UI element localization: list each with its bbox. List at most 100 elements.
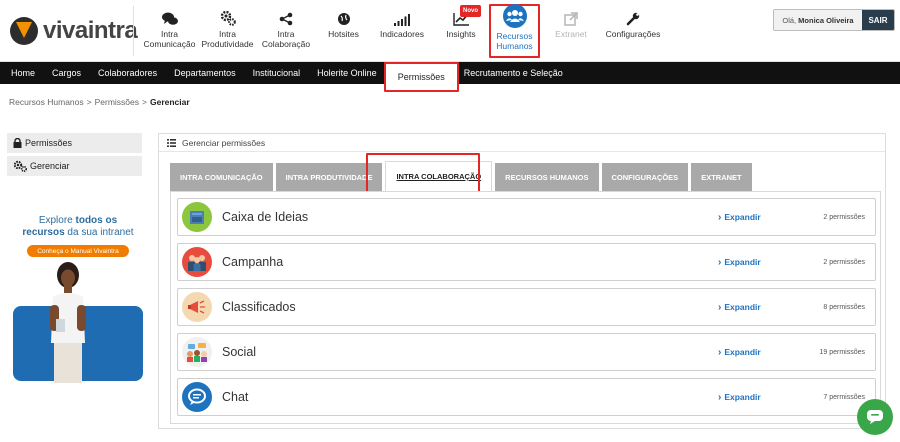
module-label: Intra Comunicação — [143, 29, 196, 49]
tab-intra-comunicacao[interactable]: INTRA COMUNICAÇÃO — [170, 163, 273, 191]
sidebar-item-gerenciar[interactable]: Gerenciar — [7, 156, 142, 176]
ideas-box-icon — [182, 202, 212, 232]
chevron-right-icon: › — [718, 301, 722, 313]
breadcrumb-current: Gerenciar — [149, 97, 190, 107]
vivaintra-logo[interactable]: vivaintra — [10, 14, 138, 48]
nav-permissoes[interactable]: Permissões — [383, 62, 459, 92]
permission-tabs: INTRA COMUNICAÇÃO INTRA PRODUTIVIDADE IN… — [170, 161, 755, 191]
nav-home[interactable]: Home — [11, 62, 35, 84]
permission-row-classificados[interactable]: Classificados › Expandir 8 permissões — [177, 288, 876, 326]
tab-extranet[interactable]: EXTRANET — [691, 163, 752, 191]
sidebar-item-permissoes[interactable]: Permissões — [7, 133, 142, 153]
permission-title: Chat — [222, 390, 249, 404]
permissions-panel: Gerenciar permissões INTRA COMUNICAÇÃO I… — [158, 133, 886, 429]
chat-icon — [182, 382, 212, 412]
breadcrumb-permissoes[interactable]: Permissões — [95, 97, 139, 107]
permission-count: 2 permissões — [823, 258, 865, 266]
tab-intra-colaboracao[interactable]: INTRA COLABORAÇÃO — [385, 161, 493, 191]
module-indicadores[interactable]: Indicadores — [371, 4, 433, 58]
top-header: vivaintra Intra Comunicação Intra Produt… — [0, 0, 900, 62]
chevron-right-icon: › — [718, 346, 722, 358]
tab-content: Caixa de Ideias › Expandir 2 permissões C… — [170, 191, 881, 424]
logo-text: vivaintra — [43, 17, 138, 44]
user-name: Monica Oliveira — [798, 15, 854, 25]
breadcrumb-separator: > — [142, 97, 147, 107]
module-extranet[interactable]: Extranet — [540, 4, 602, 58]
promo-line1-pre: Explore — [38, 215, 73, 226]
nav-departamentos[interactable]: Departamentos — [174, 62, 236, 84]
expand-label: Expandir — [724, 392, 761, 402]
nav-holerite-online[interactable]: Holerite Online — [317, 62, 377, 84]
permission-title: Caixa de Ideias — [222, 210, 309, 224]
nav-cargos[interactable]: Cargos — [52, 62, 81, 84]
permission-count: 2 permissões — [823, 213, 865, 221]
people-group-icon — [502, 4, 527, 28]
manual-promo: Explore todos os recursos da sua intrane… — [13, 215, 143, 383]
expand-link[interactable]: › Expandir — [718, 212, 761, 223]
signal-bars-icon — [394, 4, 410, 26]
logo-v-icon — [10, 17, 38, 45]
module-hotsites[interactable]: Hotsites — [316, 4, 371, 58]
chat-support-button[interactable] — [857, 399, 893, 435]
globe-icon — [337, 4, 351, 26]
permission-title: Social — [222, 345, 257, 359]
panel-title: Gerenciar permissões — [182, 137, 266, 148]
header-divider — [133, 6, 134, 56]
permission-row-caixa-de-ideias[interactable]: Caixa de Ideias › Expandir 2 permissões — [177, 198, 876, 236]
gears-icon — [13, 160, 27, 172]
permission-title: Campanha — [222, 255, 284, 269]
permission-row-campanha[interactable]: Campanha › Expandir 2 permissões — [177, 243, 876, 281]
tab-recursos-humanos[interactable]: RECURSOS HUMANOS — [495, 163, 599, 191]
module-switcher: Intra Comunicação Intra Produtividade In… — [140, 4, 664, 58]
permission-title: Classificados — [222, 300, 296, 314]
module-intra-comunicacao[interactable]: Intra Comunicação — [140, 4, 199, 58]
sidebar-item-label: Permissões — [25, 138, 73, 148]
promo-line1-bold: todos os — [75, 215, 118, 226]
expand-link[interactable]: › Expandir — [718, 302, 761, 313]
logout-button[interactable]: SAIR — [862, 10, 894, 30]
module-recursos-humanos[interactable]: Recursos Humanos — [489, 4, 540, 58]
breadcrumb-separator: > — [86, 97, 92, 107]
nav-recrutamento[interactable]: Recrutamento e Seleção — [464, 62, 563, 84]
sidebar-item-label: Gerenciar — [30, 161, 70, 171]
main-nav: Home Cargos Colaboradores Departamentos … — [0, 62, 900, 92]
nav-institucional[interactable]: Institucional — [253, 62, 301, 84]
user-greeting[interactable]: Olá, Monica Oliveira — [774, 10, 862, 30]
promo-manual-button[interactable]: Conheça o Manual Vivaintra — [27, 245, 129, 257]
nav-colaboradores[interactable]: Colaboradores — [98, 62, 157, 84]
expand-label: Expandir — [724, 212, 761, 222]
module-label: Extranet — [555, 29, 587, 39]
woman-illustration-icon — [50, 262, 86, 383]
list-icon — [167, 138, 176, 147]
expand-link[interactable]: › Expandir — [718, 347, 761, 358]
promo-line2-bold: recursos — [22, 227, 65, 238]
chevron-right-icon: › — [718, 391, 722, 403]
external-link-icon — [564, 4, 578, 26]
module-configuracoes[interactable]: Configurações — [602, 4, 664, 58]
permission-row-social[interactable]: Social › Expandir 19 permissões — [177, 333, 876, 371]
chat-bubbles-icon — [161, 4, 178, 26]
module-intra-produtividade[interactable]: Intra Produtividade — [199, 4, 256, 58]
module-label: Indicadores — [380, 29, 424, 39]
permission-row-chat[interactable]: Chat › Expandir 7 permissões — [177, 378, 876, 416]
module-label: Hotsites — [328, 29, 359, 39]
user-box: Olá, Monica Oliveira SAIR — [773, 9, 895, 31]
megaphone-icon — [182, 292, 212, 322]
expand-link[interactable]: › Expandir — [718, 392, 761, 403]
expand-label: Expandir — [724, 257, 761, 267]
gears-icon — [220, 4, 236, 26]
panel-header: Gerenciar permissões — [159, 134, 885, 152]
tab-configuracoes[interactable]: CONFIGURAÇÕES — [601, 163, 689, 191]
module-intra-colaboracao[interactable]: Intra Colaboração — [256, 4, 316, 58]
breadcrumb-recursos-humanos[interactable]: Recursos Humanos — [9, 97, 84, 107]
module-insights[interactable]: Novo Insights — [433, 4, 489, 58]
module-label: Intra Colaboração — [261, 29, 311, 49]
permission-count: 7 permissões — [823, 393, 865, 401]
module-label: Insights — [446, 29, 476, 39]
module-label: Recursos Humanos — [496, 31, 533, 51]
novo-badge: Novo — [460, 5, 481, 17]
chevron-right-icon: › — [718, 211, 722, 223]
tab-intra-produtividade[interactable]: INTRA PRODUTIVIDADE — [275, 163, 383, 191]
permission-count: 8 permissões — [823, 303, 865, 311]
expand-link[interactable]: › Expandir — [718, 257, 761, 268]
